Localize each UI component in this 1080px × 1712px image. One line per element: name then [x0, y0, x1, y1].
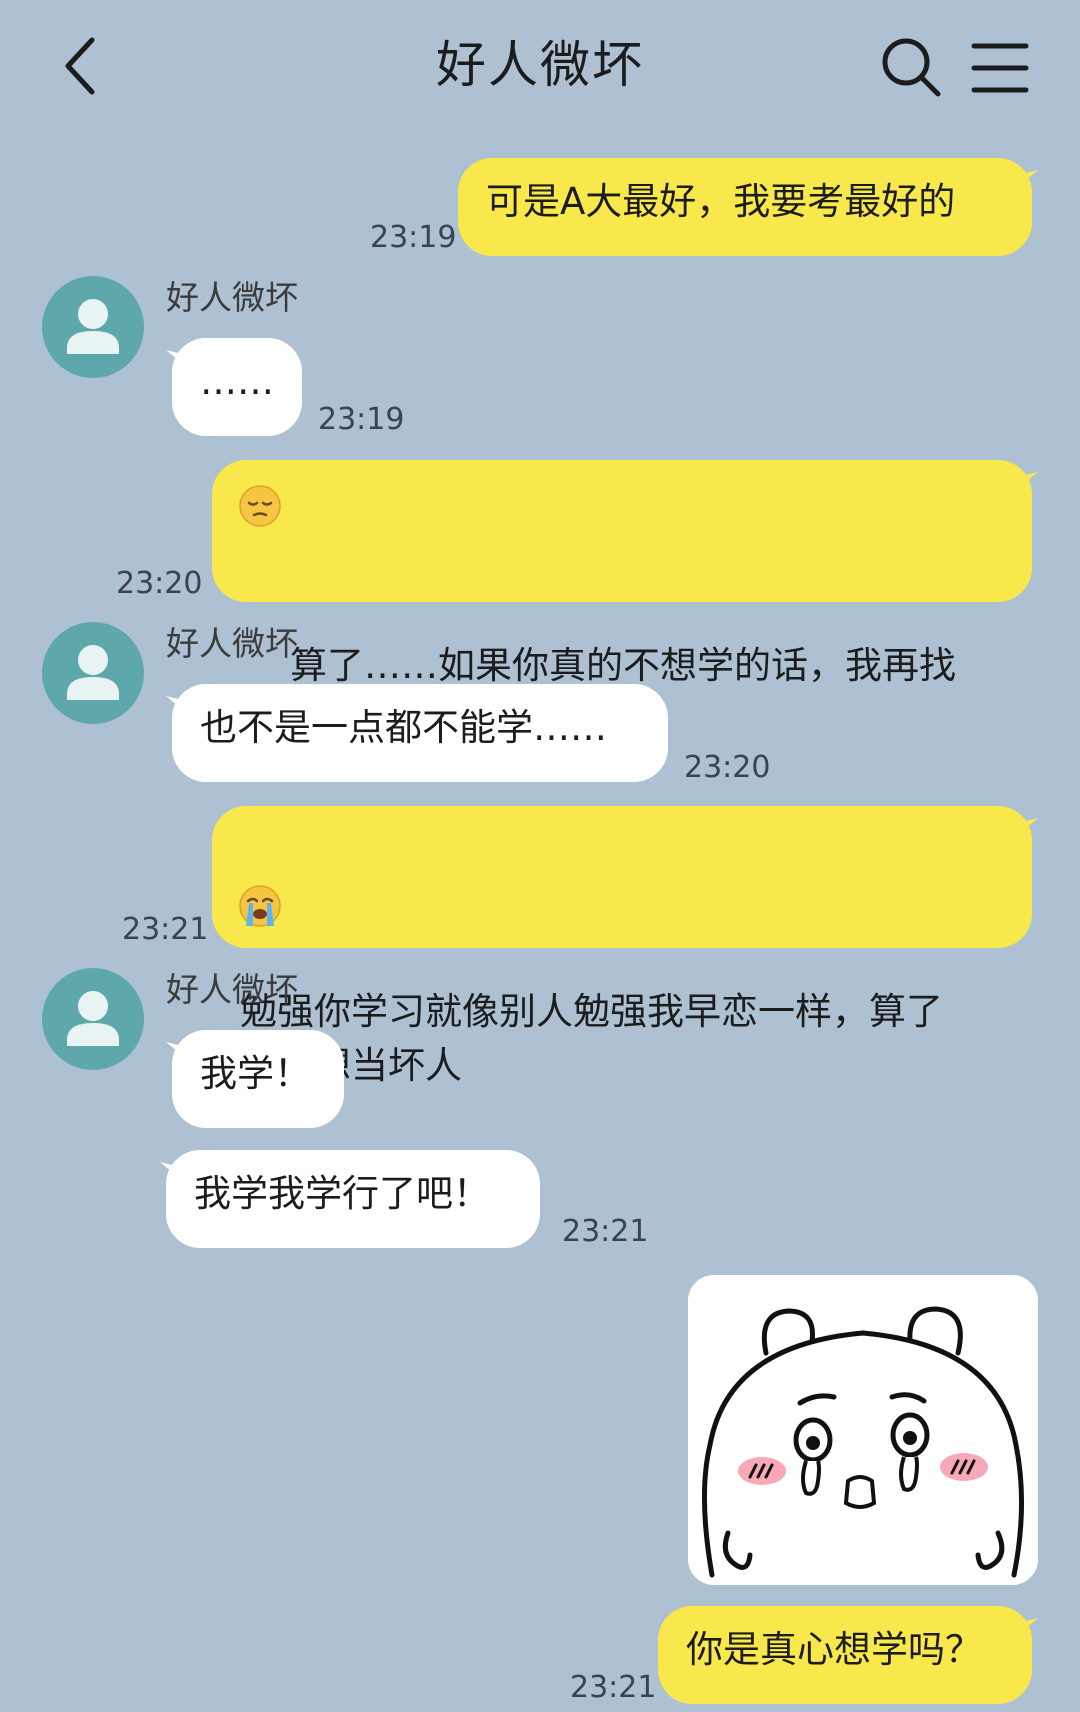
sender-name: 好人微坏 — [166, 278, 298, 317]
outgoing-message-bubble[interactable]: 可是A大最好，我要考最好的 — [458, 158, 1032, 256]
incoming-message-bubble[interactable]: …… — [172, 338, 302, 436]
message-time: 23:21 — [562, 1214, 649, 1249]
message-time: 23:21 — [122, 912, 209, 947]
incoming-message-bubble[interactable]: 也不是一点都不能学…… — [172, 684, 668, 782]
menu-button[interactable] — [970, 40, 1030, 96]
outgoing-message-bubble[interactable]: 算了……如果你真的不想学的话，我再找 别的同学帮忙吧…… — [212, 460, 1032, 741]
avatar[interactable] — [42, 622, 144, 724]
message-time: 23:19 — [370, 220, 457, 255]
sticker-message[interactable] — [688, 1275, 1038, 1585]
loudly-crying-face-emoji — [239, 885, 281, 927]
search-button[interactable] — [880, 36, 942, 98]
message-time: 23:21 — [570, 1670, 657, 1705]
message-time: 23:20 — [116, 566, 203, 601]
search-icon — [882, 38, 941, 97]
crying-bear-sticker — [688, 1275, 1038, 1585]
incoming-message-bubble[interactable]: 我学！ — [172, 1030, 344, 1128]
default-avatar-icon — [67, 299, 119, 354]
message-time: 23:19 — [318, 402, 405, 437]
incoming-message-bubble[interactable]: 我学我学行了吧！ — [166, 1150, 540, 1248]
sender-name: 好人微坏 — [166, 624, 298, 663]
sender-name: 好人微坏 — [166, 970, 298, 1009]
top-bar: 好人微坏 — [0, 0, 1080, 140]
message-text: 勉强你学习就像别人勉强我早恋一样，算了 我不想当坏人 — [240, 990, 943, 1087]
message-time: 23:20 — [684, 750, 771, 785]
avatar[interactable] — [42, 276, 144, 378]
default-avatar-icon — [67, 645, 119, 700]
outgoing-message-bubble[interactable]: 你是真心想学吗？ — [658, 1606, 1032, 1704]
default-avatar-icon — [67, 991, 119, 1046]
avatar[interactable] — [42, 968, 144, 1070]
outgoing-message-bubble[interactable]: 勉强你学习就像别人勉强我早恋一样，算了 我不想当坏人 — [212, 806, 1032, 1087]
pensive-face-emoji — [239, 485, 281, 527]
menu-icon — [971, 43, 1029, 93]
